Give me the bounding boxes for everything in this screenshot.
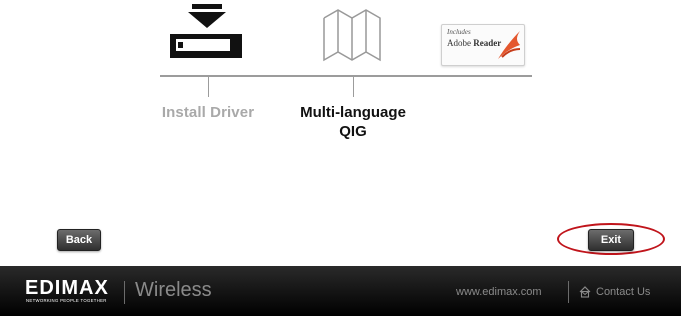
section-title: Wireless	[135, 279, 212, 301]
logo-word: EDIMAX	[25, 277, 109, 299]
footer-bar: EDIMAX NETWORKING PEOPLE TOGETHER Wirele…	[0, 266, 681, 316]
website-link[interactable]: www.edimax.com	[456, 286, 542, 298]
install-driver-label[interactable]: Install Driver	[146, 104, 270, 121]
timeline-tick-qig	[353, 77, 354, 97]
logo-tagline: NETWORKING PEOPLE TOGETHER	[26, 298, 107, 303]
footer-divider	[124, 281, 125, 304]
edimax-logo: EDIMAX NETWORKING PEOPLE TOGETHER	[25, 277, 115, 305]
contact-us-link[interactable]: Contact Us	[596, 286, 650, 298]
qig-label-line-1: Multi-language	[300, 104, 406, 121]
footer-divider-2	[568, 281, 569, 303]
adobe-swoosh-icon	[498, 31, 521, 59]
timeline-tick-install-driver	[208, 77, 209, 97]
multi-language-qig-label[interactable]: Multi-language QIG	[283, 103, 423, 141]
adobe-reader-badge[interactable]: Includes Adobe Reader	[441, 24, 525, 66]
adobe-reader-text: Adobe Reader	[447, 38, 502, 48]
adobe-includes-text: Includes	[447, 28, 471, 36]
step-timeline	[160, 75, 532, 77]
install-driver-icon[interactable]	[166, 4, 248, 66]
contact-house-icon[interactable]	[579, 286, 591, 298]
qig-label-line-2: QIG	[339, 123, 367, 140]
exit-button[interactable]: Exit	[588, 229, 634, 251]
multi-language-qig-icon[interactable]	[322, 6, 382, 64]
back-button[interactable]: Back	[57, 229, 101, 251]
